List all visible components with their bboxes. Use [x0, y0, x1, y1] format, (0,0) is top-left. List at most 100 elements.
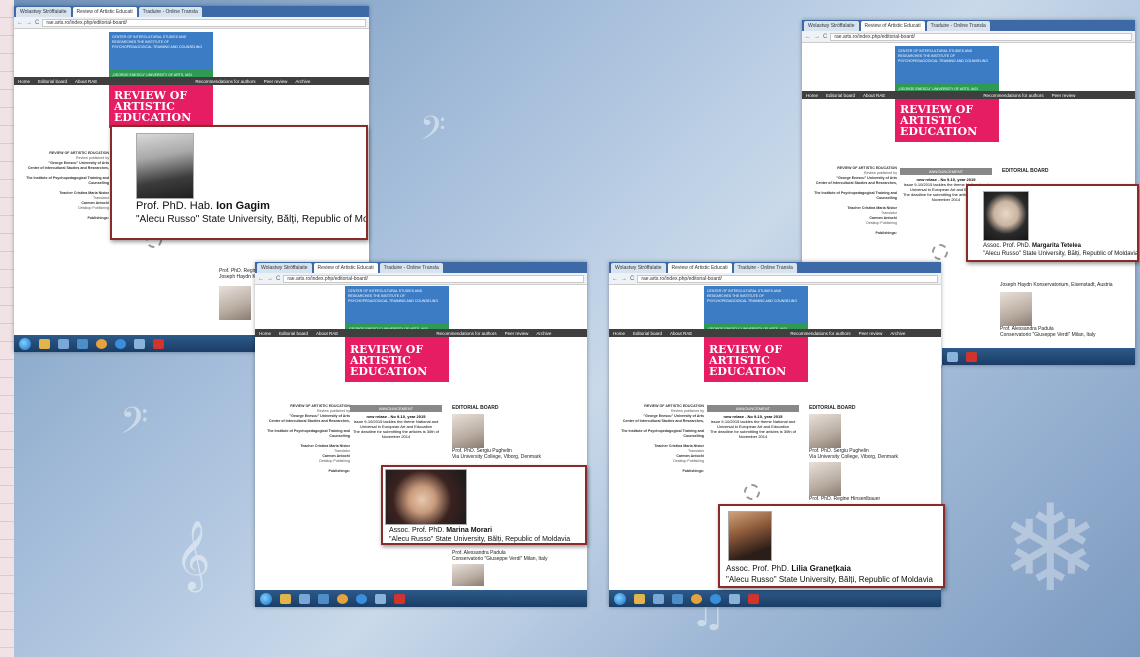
- media-icon[interactable]: [318, 593, 329, 604]
- network-icon[interactable]: [947, 351, 958, 362]
- nav-home[interactable]: Home: [806, 93, 818, 98]
- browser-tab[interactable]: Traduire - Online Transla: [138, 7, 202, 17]
- nav-archive[interactable]: Archive: [295, 79, 310, 84]
- nav-editorial-board[interactable]: Editorial board: [826, 93, 855, 98]
- nav-home[interactable]: Home: [259, 331, 271, 336]
- nav-archive[interactable]: Archive: [890, 331, 905, 336]
- back-icon[interactable]: ←: [805, 34, 811, 40]
- sidebar-line: "George Enescu" University of Arts: [836, 176, 897, 180]
- browser-tab[interactable]: Wolastwy Ströffalaite: [611, 263, 666, 273]
- sidebar: REVIEW OF ARTISTIC EDUCATION Review publ…: [255, 404, 350, 474]
- network-icon[interactable]: [729, 593, 740, 604]
- browser-tab[interactable]: Review of Artistic Educati: [313, 263, 378, 273]
- forward-icon[interactable]: →: [26, 20, 32, 26]
- browser-tabbar: Wolastwy Ströffalaite Review of Artistic…: [255, 262, 587, 273]
- app-icon[interactable]: [299, 593, 310, 604]
- sidebar-line: Translator: [92, 196, 109, 200]
- browser-tab[interactable]: Traduire - Online Transla: [379, 263, 443, 273]
- browser-tab[interactable]: Review of Artistic Educati: [860, 21, 925, 31]
- reload-icon[interactable]: C: [276, 276, 280, 282]
- browser-tab[interactable]: Traduire - Online Transla: [733, 263, 797, 273]
- address-bar: ← → C rae.arts.ro/index.php/editorial-boar…: [14, 17, 369, 29]
- pdf-icon[interactable]: [748, 593, 759, 604]
- nav-peer-review[interactable]: Peer review: [859, 331, 883, 336]
- url-field[interactable]: rae.arts.ro/index.php/editorial-board/: [830, 32, 1132, 41]
- nav-editorial-board[interactable]: Editorial board: [38, 79, 67, 84]
- ie-icon[interactable]: [356, 593, 367, 604]
- browser-tab[interactable]: Review of Artistic Educati: [667, 263, 732, 273]
- forward-icon[interactable]: →: [621, 276, 627, 282]
- nav-authors[interactable]: Recommendations for authors: [983, 93, 1043, 98]
- sidebar-heading: REVIEW OF ARTISTIC EDUCATION: [49, 151, 109, 155]
- sidebar-line: "George Enescu" University of Arts: [48, 161, 109, 165]
- nav-peer-review[interactable]: Peer review: [1052, 93, 1076, 98]
- reload-icon[interactable]: C: [823, 34, 827, 40]
- app-icon[interactable]: [653, 593, 664, 604]
- app-icon[interactable]: [58, 338, 69, 349]
- chrome-icon[interactable]: [96, 338, 107, 349]
- nav-peer-review[interactable]: Peer review: [264, 79, 288, 84]
- board-member: Prof. Alessandra Padula Conservatorio "G…: [1000, 292, 1135, 338]
- url-field[interactable]: rae.arts.ro/index.php/editorial-board/: [42, 18, 366, 27]
- folder-icon[interactable]: [280, 593, 291, 604]
- back-icon[interactable]: ←: [258, 276, 264, 282]
- nav-about[interactable]: About RAE: [670, 331, 692, 336]
- network-icon[interactable]: [375, 593, 386, 604]
- forward-icon[interactable]: →: [814, 34, 820, 40]
- start-button-icon[interactable]: [260, 592, 272, 605]
- loading-icon: [744, 484, 760, 500]
- reload-icon[interactable]: C: [35, 20, 39, 26]
- browser-tab[interactable]: Wolastwy Ströffalaite: [16, 7, 71, 17]
- chrome-icon[interactable]: [337, 593, 348, 604]
- pdf-icon[interactable]: [966, 351, 977, 362]
- sidebar-line: Publishings:: [875, 231, 897, 235]
- folder-icon[interactable]: [634, 593, 645, 604]
- nav-about[interactable]: About RAE: [863, 93, 885, 98]
- folder-icon[interactable]: [39, 338, 50, 349]
- url-field[interactable]: rae.arts.ro/index.php/editorial-board/: [283, 274, 584, 283]
- browser-tab[interactable]: Traduire - Online Transla: [926, 21, 990, 31]
- start-button-icon[interactable]: [19, 337, 31, 350]
- callout-profile: Assoc. Prof. PhD. Margarita Tetelea "Ale…: [966, 184, 1139, 262]
- announcement-text: Issue 9-10/2015 tackles the theme Nation…: [710, 419, 796, 429]
- pdf-icon[interactable]: [394, 593, 405, 604]
- editorial-board-heading: EDITORIAL BOARD: [452, 405, 499, 411]
- nav-authors[interactable]: Recommendations for authors: [195, 79, 255, 84]
- nav-home[interactable]: Home: [613, 331, 625, 336]
- nav-authors[interactable]: Recommendations for authors: [436, 331, 496, 336]
- member-institution: Conservatorio "Giuseppe Verdi" Milan, It…: [1000, 332, 1096, 338]
- announcement-header: ANNOUNCEMENT: [707, 405, 799, 412]
- member-institution: Via University College, Viborg, Denmark: [809, 454, 899, 460]
- nav-home[interactable]: Home: [18, 79, 30, 84]
- nav-about[interactable]: About RAE: [316, 331, 338, 336]
- nav-peer-review[interactable]: Peer review: [505, 331, 529, 336]
- back-icon[interactable]: ←: [612, 276, 618, 282]
- browser-tab[interactable]: Wolastwy Ströffalaite: [804, 21, 859, 31]
- nav-archive[interactable]: Archive: [536, 331, 551, 336]
- reload-icon[interactable]: C: [630, 276, 634, 282]
- profile-name: Prof. PhD. Hab. Ion Gagim: [136, 200, 270, 212]
- sidebar-line: The Institute of Psychopedagogical Train…: [621, 429, 704, 438]
- nav-editorial-board[interactable]: Editorial board: [633, 331, 662, 336]
- chrome-icon[interactable]: [691, 593, 702, 604]
- sidebar-line: "George Enescu" University of Arts: [643, 414, 704, 418]
- browser-tab[interactable]: Wolastwy Ströffalaite: [257, 263, 312, 273]
- windows-taskbar: [609, 590, 941, 607]
- start-button-icon[interactable]: [614, 592, 626, 605]
- back-icon[interactable]: ←: [17, 20, 23, 26]
- nav-about[interactable]: About RAE: [75, 79, 97, 84]
- sidebar-line: Center of Intercultural Studies and Rese…: [622, 419, 704, 423]
- media-icon[interactable]: [77, 338, 88, 349]
- header-block-blue: CENTER OF INTERCULTURAL STUDIES AND RESE…: [704, 286, 808, 324]
- site-nav: Home Editorial board About RAE Recommend…: [609, 329, 941, 337]
- media-icon[interactable]: [672, 593, 683, 604]
- ie-icon[interactable]: [710, 593, 721, 604]
- nav-authors[interactable]: Recommendations for authors: [790, 331, 850, 336]
- url-field[interactable]: rae.arts.ro/index.php/editorial-board/: [637, 274, 938, 283]
- pdf-icon[interactable]: [153, 338, 164, 349]
- browser-tab[interactable]: Review of Artistic Educati: [72, 7, 137, 17]
- ie-icon[interactable]: [115, 338, 126, 349]
- network-icon[interactable]: [134, 338, 145, 349]
- forward-icon[interactable]: →: [267, 276, 273, 282]
- nav-editorial-board[interactable]: Editorial board: [279, 331, 308, 336]
